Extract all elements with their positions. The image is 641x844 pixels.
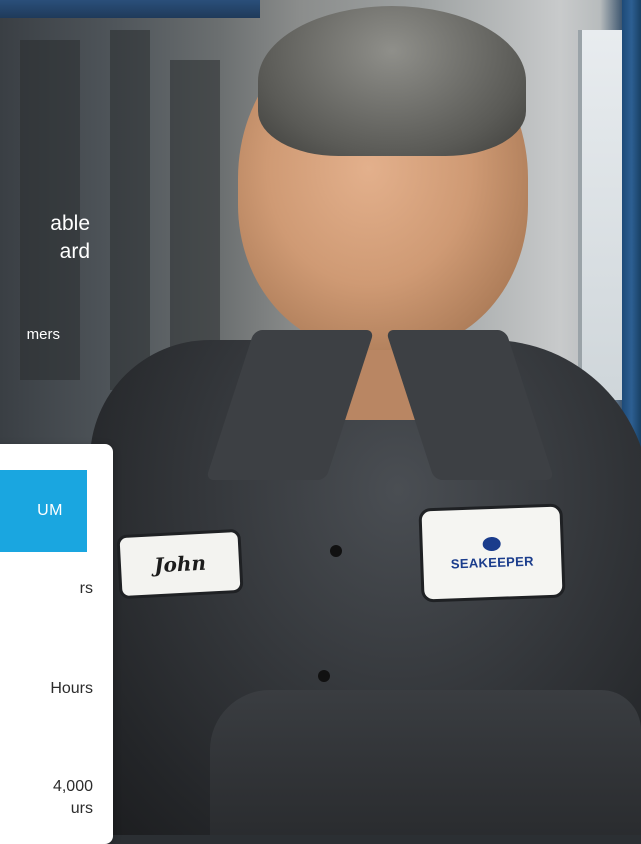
plan-tab-label: UM (37, 502, 63, 519)
crossed-arms (210, 690, 641, 835)
shirt-button (318, 670, 330, 682)
hero-heading: able ard (0, 210, 90, 266)
seakeeper-patch: SEAKEEPER (418, 503, 566, 603)
shelf (170, 60, 220, 380)
seakeeper-patch-text: SEAKEEPER (450, 553, 534, 571)
hero-heading-line-2: ard (59, 240, 90, 263)
plan-card: UM rs Hours 4,000 urs (0, 444, 113, 844)
plan-feature-1: rs (79, 580, 93, 597)
plan-feature-3: 4,000 (52, 778, 93, 795)
ceiling-beam (0, 0, 260, 18)
hero-subtext: mers (26, 326, 60, 343)
plan-feature-3-cont: urs (70, 800, 93, 817)
seakeeper-logo-icon (482, 536, 501, 551)
name-patch-text: John (153, 550, 207, 578)
hero-heading-line-1: able (50, 212, 90, 235)
plan-feature-2: Hours (50, 680, 93, 697)
name-patch: John (116, 528, 244, 600)
shelf (110, 30, 150, 390)
plan-tab-premium[interactable]: UM (0, 470, 87, 552)
shirt-button (330, 545, 342, 557)
hair (258, 6, 526, 156)
window (578, 30, 622, 400)
